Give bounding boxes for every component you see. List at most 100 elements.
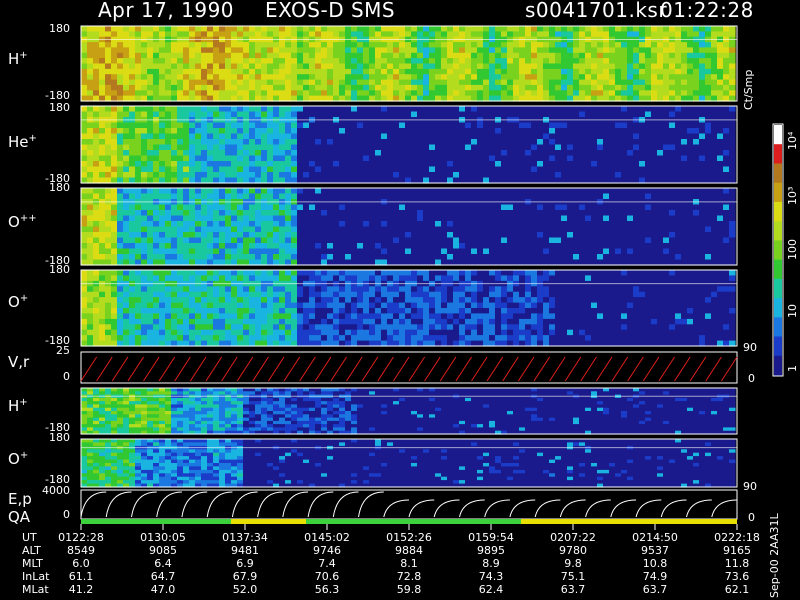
- he-plus-cell: [171, 111, 178, 118]
- o-plus-1-cell: [231, 270, 238, 276]
- he-plus-cell: [327, 133, 334, 140]
- o-plus-plus-cell: [285, 221, 292, 228]
- o-plus-1-cell: [123, 291, 130, 298]
- o-plus-plus-cell: [501, 204, 508, 211]
- o-plus-plus-cell: [243, 221, 250, 228]
- he-plus-cell: [111, 161, 118, 168]
- h-plus-1-cell: [549, 47, 556, 54]
- h-plus-1-cell: [183, 79, 190, 86]
- he-plus-cell: [369, 139, 376, 146]
- h-plus-1-cell: [471, 42, 478, 49]
- o-plus-1-cell: [207, 308, 214, 314]
- h-plus-1-cell: [573, 26, 580, 32]
- he-plus-cell: [567, 150, 574, 157]
- h-plus-1-cell: [447, 31, 454, 38]
- he-plus-cell: [705, 133, 712, 140]
- o-plus-plus-cell: [621, 254, 628, 261]
- o-plus-plus-cell: [423, 237, 430, 244]
- h-plus-1-cell: [111, 26, 118, 32]
- o-plus-1-cell: [225, 329, 232, 336]
- o-plus-plus-cell: [483, 243, 490, 250]
- he-plus-cell: [111, 128, 118, 135]
- he-plus-cell: [663, 144, 670, 151]
- o-plus-plus-cell: [579, 204, 586, 211]
- he-plus-cell: [561, 150, 568, 157]
- h-plus-1-cell: [681, 68, 688, 75]
- o-plus-plus-cell: [447, 215, 454, 222]
- h-plus-1-cell: [93, 58, 100, 65]
- h-plus-1-cell: [645, 90, 652, 97]
- h-plus-1-cell: [633, 68, 640, 75]
- o-plus-1-cell: [135, 308, 142, 314]
- o-plus-plus-cell: [303, 188, 310, 195]
- he-plus-cell: [375, 172, 382, 179]
- he-plus-cell: [225, 144, 232, 151]
- h-plus-1-cell: [411, 68, 418, 75]
- o-plus-plus-cell: [519, 237, 526, 244]
- o-plus-plus-cell: [507, 193, 514, 200]
- he-plus-cell: [141, 128, 148, 135]
- o-plus-plus-cell: [471, 193, 478, 200]
- o-plus-1-cell: [147, 302, 154, 309]
- he-plus-cell: [669, 111, 676, 118]
- h-plus-1-cell: [681, 31, 688, 38]
- o-plus-plus-cell: [399, 237, 406, 244]
- o-plus-plus-cell: [207, 232, 214, 239]
- he-plus-cell: [615, 133, 622, 140]
- he-plus-cell: [405, 161, 412, 168]
- o-plus-plus-cell: [477, 204, 484, 211]
- he-plus-cell: [99, 155, 106, 162]
- h-plus-1-cell: [537, 68, 544, 75]
- he-plus-cell: [135, 172, 142, 179]
- he-plus-cell: [501, 144, 508, 151]
- he-plus-cell: [555, 155, 562, 162]
- he-plus-cell: [171, 139, 178, 146]
- o-plus-1-cell: [105, 313, 112, 320]
- h-plus-1-cell: [711, 74, 718, 81]
- he-plus-cell: [303, 133, 310, 140]
- o-plus-1-cell: [183, 275, 190, 282]
- o-plus-plus-cell: [489, 254, 496, 261]
- o-plus-plus-cell: [351, 232, 358, 239]
- he-plus-cell: [285, 161, 292, 168]
- h-plus-1-cell: [471, 26, 478, 32]
- he-plus-cell: [345, 128, 352, 135]
- o-plus-plus-cell: [633, 226, 640, 233]
- he-plus-cell: [561, 166, 568, 173]
- h-plus-1-cell: [273, 84, 280, 91]
- o-plus-plus-cell: [99, 210, 106, 217]
- o-plus-plus-cell: [729, 237, 736, 244]
- h-plus-1-cell: [687, 52, 694, 59]
- h-plus-1-cell: [477, 52, 484, 59]
- o-plus-plus-cell: [141, 204, 148, 211]
- o-plus-1-cell: [177, 329, 184, 336]
- h-plus-1-cell: [255, 63, 262, 70]
- o-plus-1-cell: [249, 270, 256, 276]
- o-plus-plus-cell: [177, 237, 184, 244]
- o-plus-plus-cell: [537, 248, 544, 255]
- h-plus-1-cell: [489, 52, 496, 59]
- h-plus-1-cell: [351, 26, 358, 32]
- he-plus-cell: [513, 106, 520, 113]
- o-plus-plus-cell: [501, 254, 508, 261]
- h-plus-1-cell: [621, 58, 628, 65]
- he-plus-cell: [585, 166, 592, 173]
- h-plus-1-cell: [561, 31, 568, 38]
- o-plus-plus-cell: [435, 204, 442, 211]
- he-plus-cell: [441, 166, 448, 173]
- o-plus-plus-cell: [363, 232, 370, 239]
- h-plus-1-cell: [687, 58, 694, 65]
- he-plus-cell: [471, 144, 478, 151]
- he-plus-cell: [327, 150, 334, 157]
- h-plus-1-cell: [267, 26, 274, 32]
- o-plus-plus-cell: [441, 248, 448, 255]
- he-plus-cell: [165, 144, 172, 151]
- o-plus-plus-cell: [297, 215, 304, 222]
- o-plus-plus-cell: [639, 232, 646, 239]
- he-plus-cell: [429, 122, 436, 129]
- h-plus-1-cell: [681, 47, 688, 54]
- o-plus-1-cell: [225, 275, 232, 282]
- h-plus-1-cell: [297, 68, 304, 75]
- he-plus-cell: [153, 144, 160, 151]
- he-plus-cell: [213, 172, 220, 179]
